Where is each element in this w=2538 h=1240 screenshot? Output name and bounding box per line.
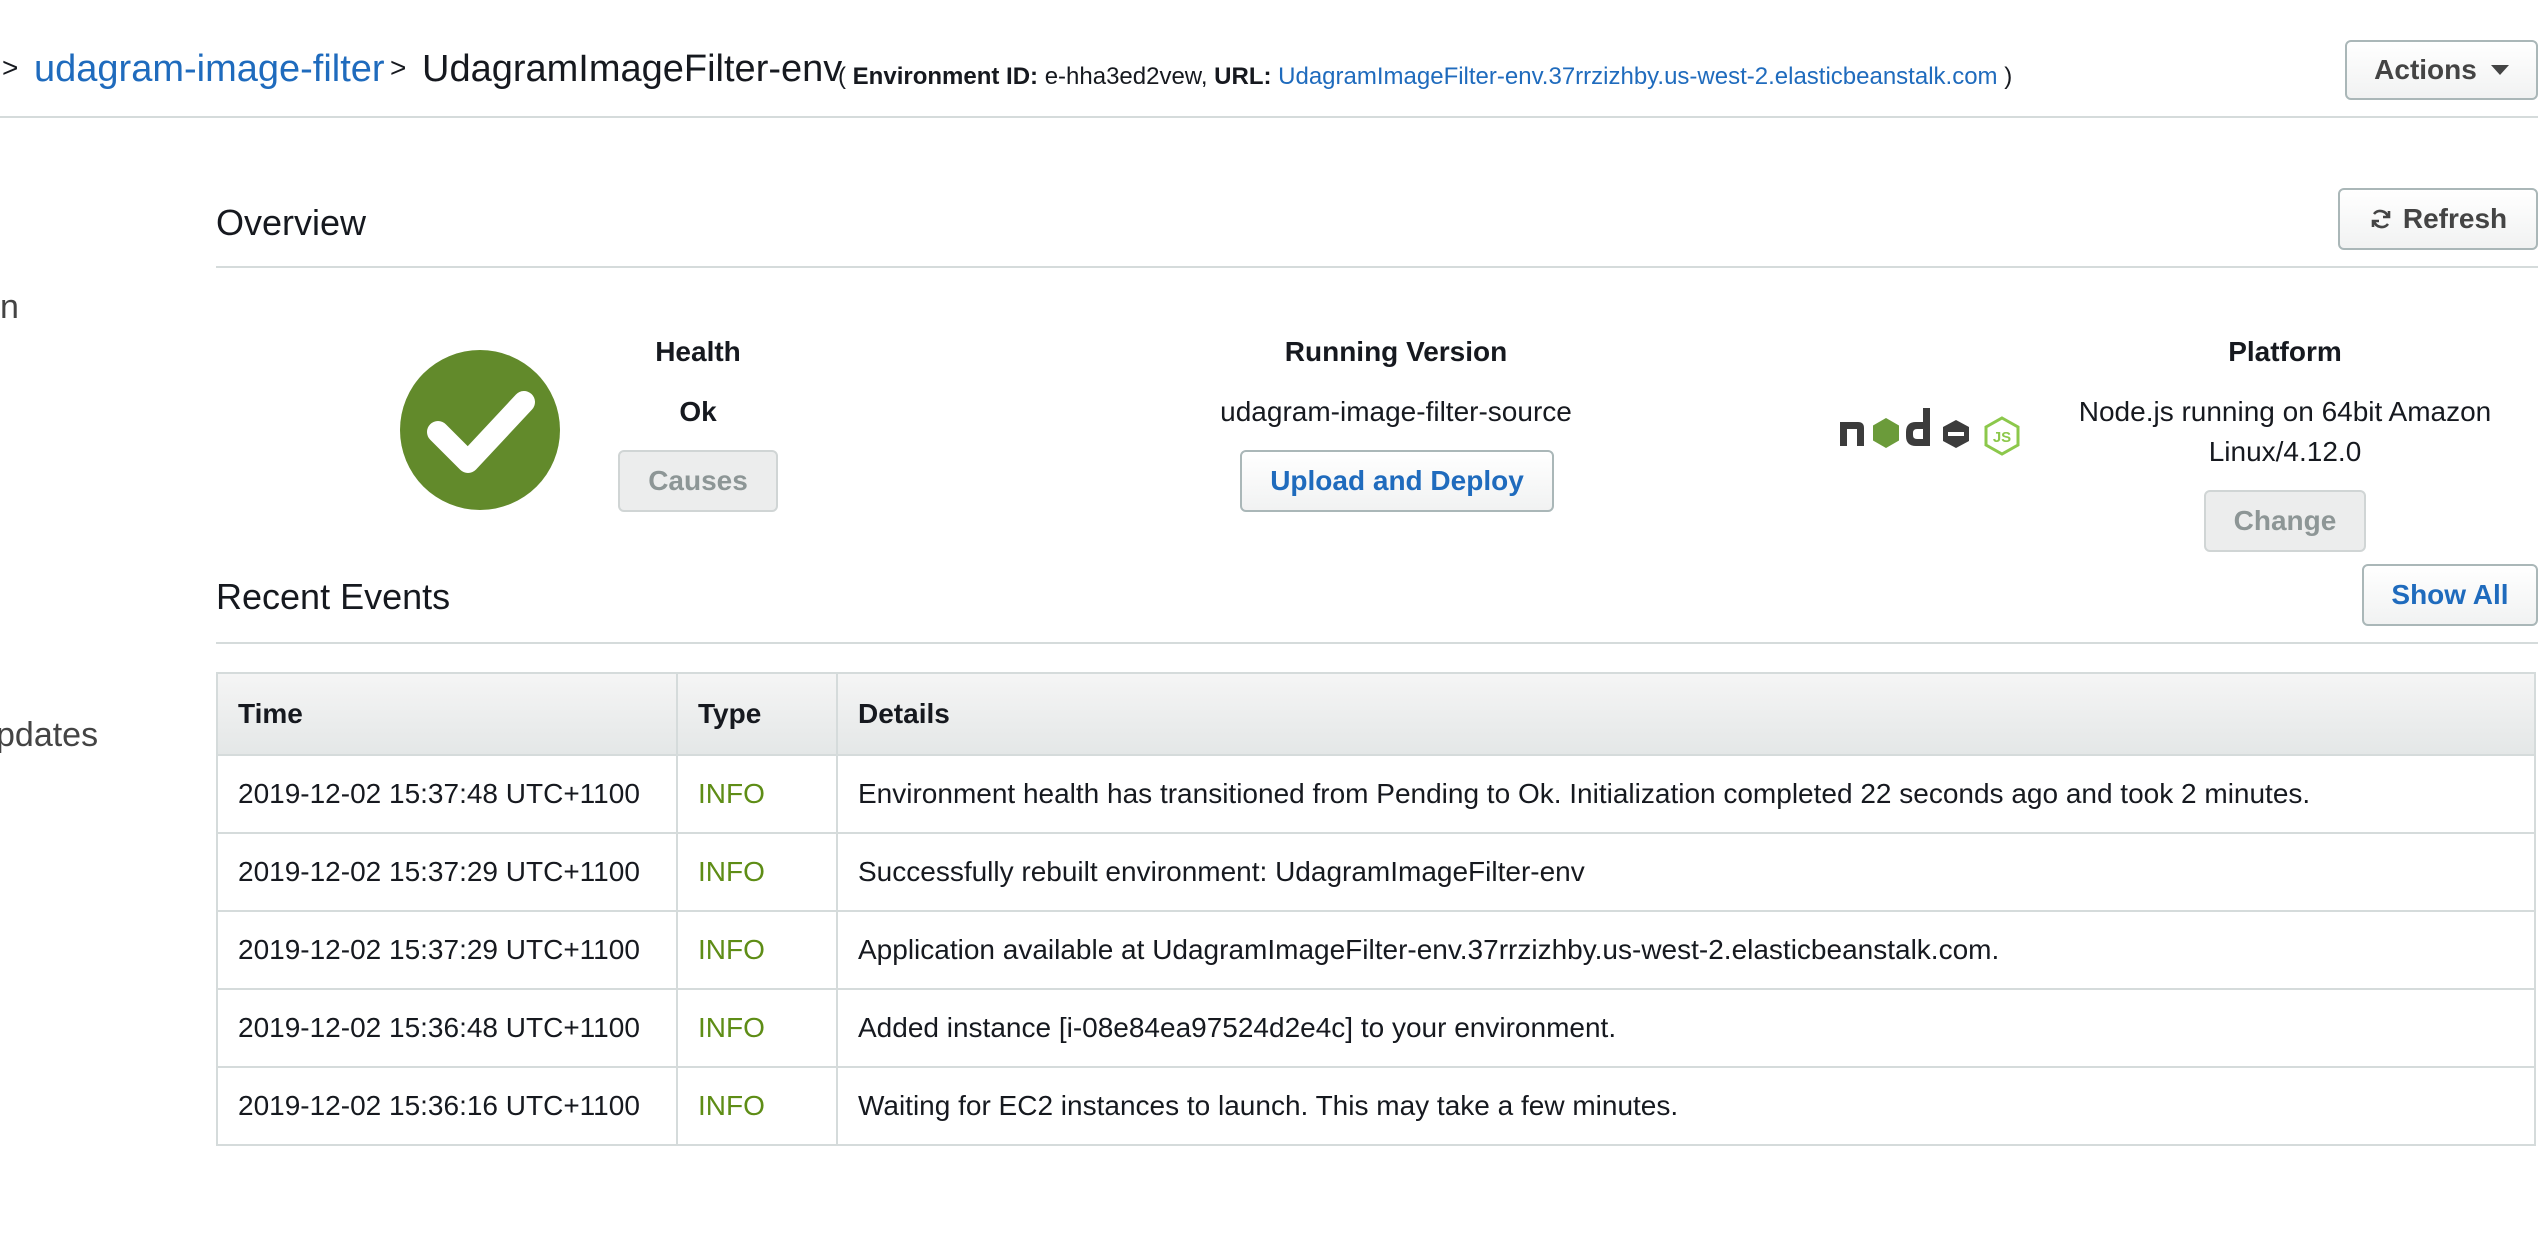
event-details: Application available at UdagramImageFil… [836, 910, 2536, 990]
event-type: INFO [676, 1066, 838, 1146]
running-version-label: Running Version [1284, 336, 1508, 367]
environment-header: > udagram-image-filter > UdagramImageFil… [0, 0, 2538, 118]
actions-label: Actions [2374, 54, 2477, 85]
health-label: Health [655, 336, 741, 367]
actions-button[interactable]: Actions [2345, 40, 2538, 100]
running-version-value: udagram-image-filter-source [1220, 396, 1572, 427]
event-time: 2019-12-02 15:37:29 UTC+1100 [216, 910, 678, 990]
table-row: 2019-12-02 15:37:29 UTC+1100 INFO Succes… [216, 832, 2536, 912]
event-details: Environment health has transitioned from… [836, 754, 2536, 834]
open-paren: ( [838, 63, 846, 90]
caret-down-icon [2490, 65, 2509, 75]
breadcrumb-separator-icon: > [2, 52, 19, 83]
show-all-button[interactable]: Show All [2362, 564, 2538, 626]
recent-events-title: Recent Events [216, 576, 451, 617]
refresh-label: Refresh [2402, 203, 2508, 234]
svg-text:JS: JS [1993, 429, 2011, 446]
event-time: 2019-12-02 15:37:29 UTC+1100 [216, 832, 678, 912]
table-header-row: Time Type Details [216, 672, 2536, 756]
environment-id-label: Environment ID: [852, 63, 1039, 90]
environment-url-link[interactable]: UdagramImageFilter-env.37rrzizhby.us-wes… [1278, 63, 1997, 90]
events-table: Time Type Details 2019-12-02 15:37:48 UT… [216, 672, 2536, 1146]
event-type: INFO [676, 832, 838, 912]
breadcrumb-environment-name: UdagramImageFilter-env [422, 48, 843, 90]
event-details: Waiting for EC2 instances to launch. Thi… [836, 1066, 2536, 1146]
breadcrumb-application-link[interactable]: udagram-image-filter [34, 48, 385, 91]
event-time: 2019-12-02 15:36:48 UTC+1100 [216, 988, 678, 1068]
environment-id: e-hha3ed2vew, [1044, 63, 1208, 90]
sidebar-item-fragment[interactable]: n [0, 288, 19, 327]
nodejs-logo: JS [1840, 408, 2020, 456]
change-platform-button[interactable]: Change [2204, 490, 2366, 552]
table-row: 2019-12-02 15:37:29 UTC+1100 INFO Applic… [216, 910, 2536, 990]
refresh-button[interactable]: Refresh [2338, 188, 2538, 250]
overview-divider [216, 266, 2538, 268]
breadcrumb-separator-icon: > [390, 52, 407, 83]
column-header-time[interactable]: Time [216, 672, 678, 756]
event-time: 2019-12-02 15:36:16 UTC+1100 [216, 1066, 678, 1146]
platform-label: Platform [2228, 336, 2342, 367]
recent-events-divider [216, 642, 2538, 644]
close-paren: ) [2004, 63, 2013, 90]
event-time: 2019-12-02 15:37:48 UTC+1100 [216, 754, 678, 834]
table-row: 2019-12-02 15:36:16 UTC+1100 INFO Waitin… [216, 1066, 2536, 1146]
event-details: Added instance [i-08e84ea97524d2e4c] to … [836, 988, 2536, 1068]
upload-and-deploy-button[interactable]: Upload and Deploy [1240, 450, 1554, 512]
overview-title: Overview [216, 202, 367, 243]
column-header-details[interactable]: Details [836, 672, 2536, 756]
environment-meta: ( Environment ID: e-hha3ed2vew, URL: Uda… [838, 63, 2012, 91]
refresh-icon [2371, 209, 2391, 229]
event-type: INFO [676, 988, 838, 1068]
platform-value-line1: Node.js running on 64bit Amazon [2078, 396, 2492, 427]
table-row: 2019-12-02 15:37:48 UTC+1100 INFO Enviro… [216, 754, 2536, 834]
table-row: 2019-12-02 15:36:48 UTC+1100 INFO Added … [216, 988, 2536, 1068]
event-details: Successfully rebuilt environment: Udagra… [836, 832, 2536, 912]
sidebar-item-fragment[interactable]: pdates [0, 716, 98, 755]
platform-value-line2: Linux/4.12.0 [2208, 436, 2362, 467]
causes-button[interactable]: Causes [618, 450, 778, 512]
check-circle-icon [400, 350, 560, 510]
url-label: URL: [1214, 63, 1272, 90]
column-header-type[interactable]: Type [676, 672, 838, 756]
event-type: INFO [676, 910, 838, 990]
event-type: INFO [676, 754, 838, 834]
health-status: Ok [679, 396, 717, 427]
